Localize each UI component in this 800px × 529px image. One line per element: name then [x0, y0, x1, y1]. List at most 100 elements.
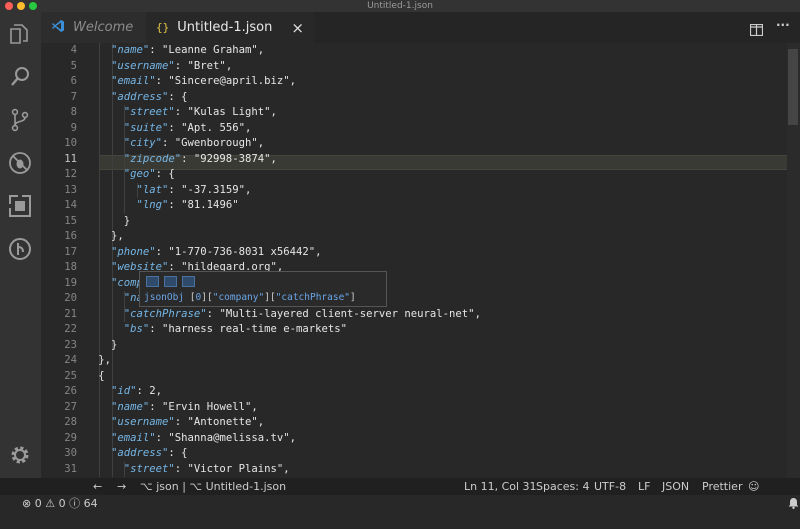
prettier-status[interactable]: Prettier	[702, 478, 742, 495]
code-line[interactable]: 12 "geo": {	[41, 167, 741, 183]
code-line[interactable]: 10 "city": "Gwenborough",	[41, 136, 741, 152]
line-number: 24	[64, 354, 77, 366]
line-number: 15	[64, 214, 77, 227]
gitlens-icon[interactable]	[8, 237, 32, 261]
code-line[interactable]: 4 "name": "Leanne Graham",	[41, 43, 741, 59]
json-punctuation: :	[149, 44, 163, 56]
line-number: 12	[64, 168, 77, 180]
editor[interactable]: 4 "name": "Leanne Graham", 5 "username": "B…	[41, 43, 800, 478]
source-control-icon[interactable]	[8, 108, 32, 132]
scrollbar-thumb[interactable]	[788, 49, 798, 125]
encoding[interactable]: UTF-8	[594, 478, 626, 495]
json-punctuation: :	[181, 152, 194, 165]
json-punctuation: :	[136, 385, 150, 397]
json-string: "Apt. 556"	[181, 121, 245, 134]
line-number: 18	[64, 261, 77, 273]
json-punctuation: }	[123, 214, 131, 227]
line-number: 10	[64, 137, 77, 149]
line-number: 6	[70, 75, 77, 87]
tab-welcome-label: Welcome	[73, 20, 134, 35]
json-path-segment[interactable]: "catchPhrase"	[276, 292, 350, 303]
code-line[interactable]: 6 "email": "Sincere@april.biz",	[41, 74, 741, 90]
code-line[interactable]: 15}	[41, 214, 741, 230]
code-line[interactable]: 22 "bs": "harness real-time e-markets"	[41, 322, 741, 338]
code-line[interactable]: 7 "address": {	[41, 90, 741, 106]
line-number: 13	[64, 183, 77, 196]
more-actions-icon[interactable]: ···	[776, 18, 790, 32]
indentation[interactable]: Spaces: 4	[536, 478, 589, 495]
json-punctuation: :	[174, 59, 188, 72]
tab-untitled-json[interactable]: {} Untitled-1.json ×	[146, 12, 314, 43]
json-string: "Victor Plains"	[187, 462, 284, 475]
debug-icon[interactable]	[8, 151, 32, 175]
json-key: "street"	[123, 106, 175, 118]
problems-indicator[interactable]: ⊗ 0 ⚠ 0 ⓘ 64	[8, 478, 98, 510]
vertical-scrollbar[interactable]	[787, 43, 800, 478]
code-line[interactable]: 28 "username": "Antonette",	[41, 415, 741, 431]
code-line[interactable]: 13 "lat": "-37.3159",	[41, 183, 741, 199]
json-punctuation: :	[162, 137, 175, 149]
json-braces-icon: {}	[156, 21, 170, 34]
edit-icon[interactable]	[182, 276, 195, 287]
breadcrumb[interactable]: ⌥ json | ⌥ Untitled-1.json	[140, 478, 286, 495]
json-path-segment[interactable]: "company"	[213, 292, 264, 303]
close-tab-icon[interactable]: ×	[291, 19, 304, 37]
code-content: }	[111, 338, 117, 354]
code-line[interactable]: 9 "suite": "Apt. 556",	[41, 121, 741, 137]
title-bar: Untitled-1.json	[0, 0, 800, 12]
code-line[interactable]: 17 "phone": "1-770-736-8031 x56442",	[41, 245, 741, 261]
json-key: "lng"	[136, 199, 169, 211]
code-line[interactable]: 29 "email": "Shanna@melissa.tv",	[41, 431, 741, 447]
split-editor-icon[interactable]	[749, 21, 764, 40]
code-content: "street": "Kulas Light",	[124, 105, 277, 121]
navigate-forward-button[interactable]: →	[117, 478, 126, 495]
json-punctuation: ,	[283, 462, 290, 475]
smiley-icon[interactable]: ☺	[748, 478, 759, 495]
line-ending[interactable]: LF	[638, 478, 650, 495]
extensions-icon[interactable]	[8, 194, 32, 218]
code-content: "lng": "81.1496"	[137, 198, 239, 214]
copy-path-icon[interactable]	[146, 276, 159, 287]
code-line[interactable]: 8 "street": "Kulas Light",	[41, 105, 741, 121]
json-key: "username"	[111, 416, 175, 428]
code-content: "name": "Leanne Graham",	[111, 43, 264, 59]
line-number: 31	[64, 462, 77, 475]
json-punctuation: ,	[244, 121, 252, 134]
line-number: 20	[64, 292, 77, 304]
code-line[interactable]: 25 {	[41, 369, 741, 385]
search-icon[interactable]	[8, 65, 32, 89]
code-line[interactable]: 23}	[41, 338, 741, 354]
code-content: "zipcode": "92998-3874",	[124, 152, 277, 168]
json-punctuation: :	[155, 245, 169, 258]
code-line[interactable]: 27 "name": "Ervin Howell",	[41, 400, 741, 416]
navigate-back-button[interactable]: ←	[93, 478, 102, 495]
copy-value-icon[interactable]	[164, 276, 177, 287]
gear-icon[interactable]	[8, 443, 32, 467]
language-mode[interactable]: JSON	[662, 478, 689, 495]
explorer-icon[interactable]	[8, 22, 32, 46]
json-punctuation: :	[168, 199, 182, 211]
code-content: "id": 2,	[111, 384, 162, 400]
json-string: "Leanne Graham"	[162, 44, 258, 56]
code-line[interactable]: 24},	[41, 353, 741, 369]
json-key: "bs"	[123, 323, 150, 335]
code-line[interactable]: 14 "lng": "81.1496"	[41, 198, 741, 214]
tree-icon: ⌥	[140, 480, 153, 493]
line-number: 4	[70, 44, 77, 56]
code-line[interactable]: 5 "username": "Bret",	[41, 59, 741, 75]
code-line[interactable]: 16},	[41, 229, 741, 245]
activity-bar	[0, 12, 41, 478]
code-line[interactable]: 31 "street": "Victor Plains",	[41, 462, 741, 478]
code-line[interactable]: 21 "catchPhrase": "Multi-layered client-s…	[41, 307, 741, 323]
code-line[interactable]: 30 "address": {	[41, 446, 741, 462]
json-punctuation: :	[174, 106, 188, 118]
cursor-position[interactable]: Ln 11, Col 31	[464, 478, 537, 495]
json-key: "phone"	[111, 245, 156, 258]
code-line[interactable]: 11 "zipcode": "92998-3874",	[41, 152, 741, 168]
tab-welcome[interactable]: Welcome	[41, 12, 146, 43]
code-line[interactable]: 26 "id": 2,	[41, 384, 741, 400]
json-key: "street"	[123, 462, 175, 475]
bell-icon[interactable]	[774, 478, 799, 509]
json-punctuation: ,	[289, 75, 296, 87]
json-key: "email"	[111, 431, 156, 444]
